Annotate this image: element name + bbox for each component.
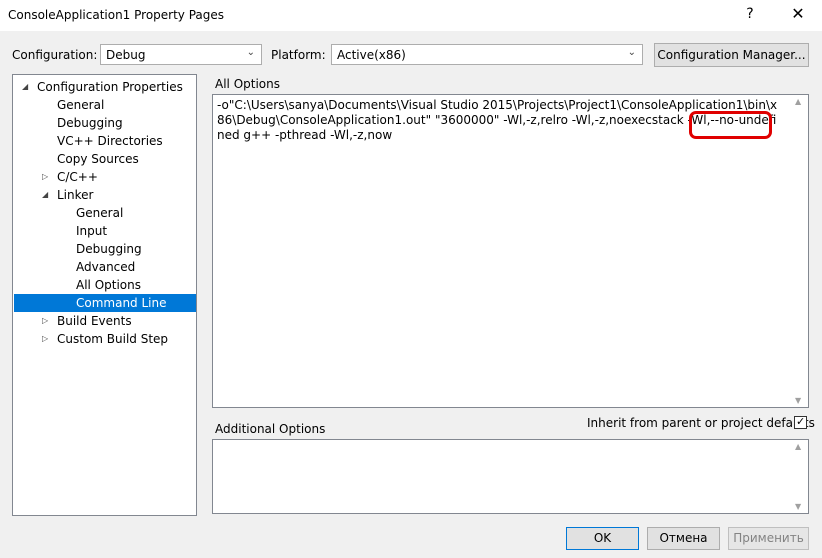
window-title: ConsoleApplication1 Property Pages — [8, 8, 225, 22]
platform-dropdown[interactable]: Active(x86) ⌄ — [331, 44, 643, 65]
all-options-label: All Options — [215, 77, 280, 91]
checkmark-icon: ✓ — [796, 415, 806, 428]
vertical-scrollbar[interactable]: ▲ ▼ — [791, 440, 808, 513]
tree-item-linker-advanced[interactable]: Advanced — [76, 258, 135, 276]
scroll-down-icon[interactable]: ▼ — [795, 396, 801, 405]
tree-item-command-line[interactable]: Command Line — [14, 294, 196, 312]
chevron-down-icon: ⌄ — [627, 47, 636, 58]
inherit-label: Inherit from parent or project defaults — [587, 416, 815, 430]
tree-item-debugging[interactable]: Debugging — [57, 114, 123, 132]
tree-item-build-events[interactable]: Build Events — [57, 312, 132, 330]
tree-item-c-cpp[interactable]: C/C++ — [57, 168, 98, 186]
inherit-checkbox[interactable]: ✓ — [794, 415, 807, 429]
highlighted-text: g++ -pthread — [243, 128, 327, 142]
chevron-down-icon: ⌄ — [246, 47, 255, 58]
expand-icon[interactable]: ▷ — [42, 172, 48, 181]
tree-item-linker[interactable]: Linker — [57, 186, 93, 204]
platform-value: Active(x86) — [337, 48, 406, 62]
expand-icon[interactable]: ◢ — [22, 82, 28, 91]
property-tree: ◢ Configuration Properties General Debug… — [12, 74, 197, 516]
cancel-button[interactable]: Отмена — [647, 527, 720, 550]
scroll-up-icon[interactable]: ▲ — [795, 97, 801, 106]
expand-icon[interactable]: ▷ — [42, 316, 48, 325]
help-icon[interactable]: ? — [740, 6, 760, 22]
tree-item-linker-debugging[interactable]: Debugging — [76, 240, 142, 258]
additional-options-textbox[interactable]: ▲ ▼ — [212, 439, 809, 514]
collapse-icon[interactable]: ◢ — [42, 190, 48, 199]
tree-item-custom-build-step[interactable]: Custom Build Step — [57, 330, 168, 348]
scroll-up-icon[interactable]: ▲ — [795, 442, 801, 451]
expand-icon[interactable]: ▷ — [42, 334, 48, 343]
close-icon[interactable]: ✕ — [788, 4, 808, 23]
configuration-label: Configuration: — [12, 48, 98, 62]
all-options-textbox[interactable]: -o"C:\Users\sanya\Documents\Visual Studi… — [212, 94, 809, 408]
apply-button[interactable]: Применить — [728, 527, 809, 550]
additional-options-label: Additional Options — [215, 422, 326, 436]
configuration-value: Debug — [106, 48, 146, 62]
red-highlight-box — [689, 111, 772, 139]
platform-label: Platform: — [271, 48, 326, 62]
scroll-down-icon[interactable]: ▼ — [795, 502, 801, 511]
configuration-manager-button[interactable]: Configuration Manager... — [654, 43, 809, 67]
vertical-scrollbar[interactable]: ▲ ▼ — [791, 95, 808, 407]
ok-button[interactable]: OK — [566, 527, 639, 550]
tree-item-vc-directories[interactable]: VC++ Directories — [57, 132, 163, 150]
tree-item-linker-input[interactable]: Input — [76, 222, 107, 240]
tree-item-linker-general[interactable]: General — [76, 204, 123, 222]
tree-item-general[interactable]: General — [57, 96, 104, 114]
title-bar: ConsoleApplication1 Property Pages ? ✕ — [0, 0, 822, 31]
tree-item-linker-all-options[interactable]: All Options — [76, 276, 141, 294]
configuration-dropdown[interactable]: Debug ⌄ — [100, 44, 262, 65]
tree-item-configuration-properties[interactable]: Configuration Properties — [37, 78, 183, 96]
tree-item-copy-sources[interactable]: Copy Sources — [57, 150, 139, 168]
